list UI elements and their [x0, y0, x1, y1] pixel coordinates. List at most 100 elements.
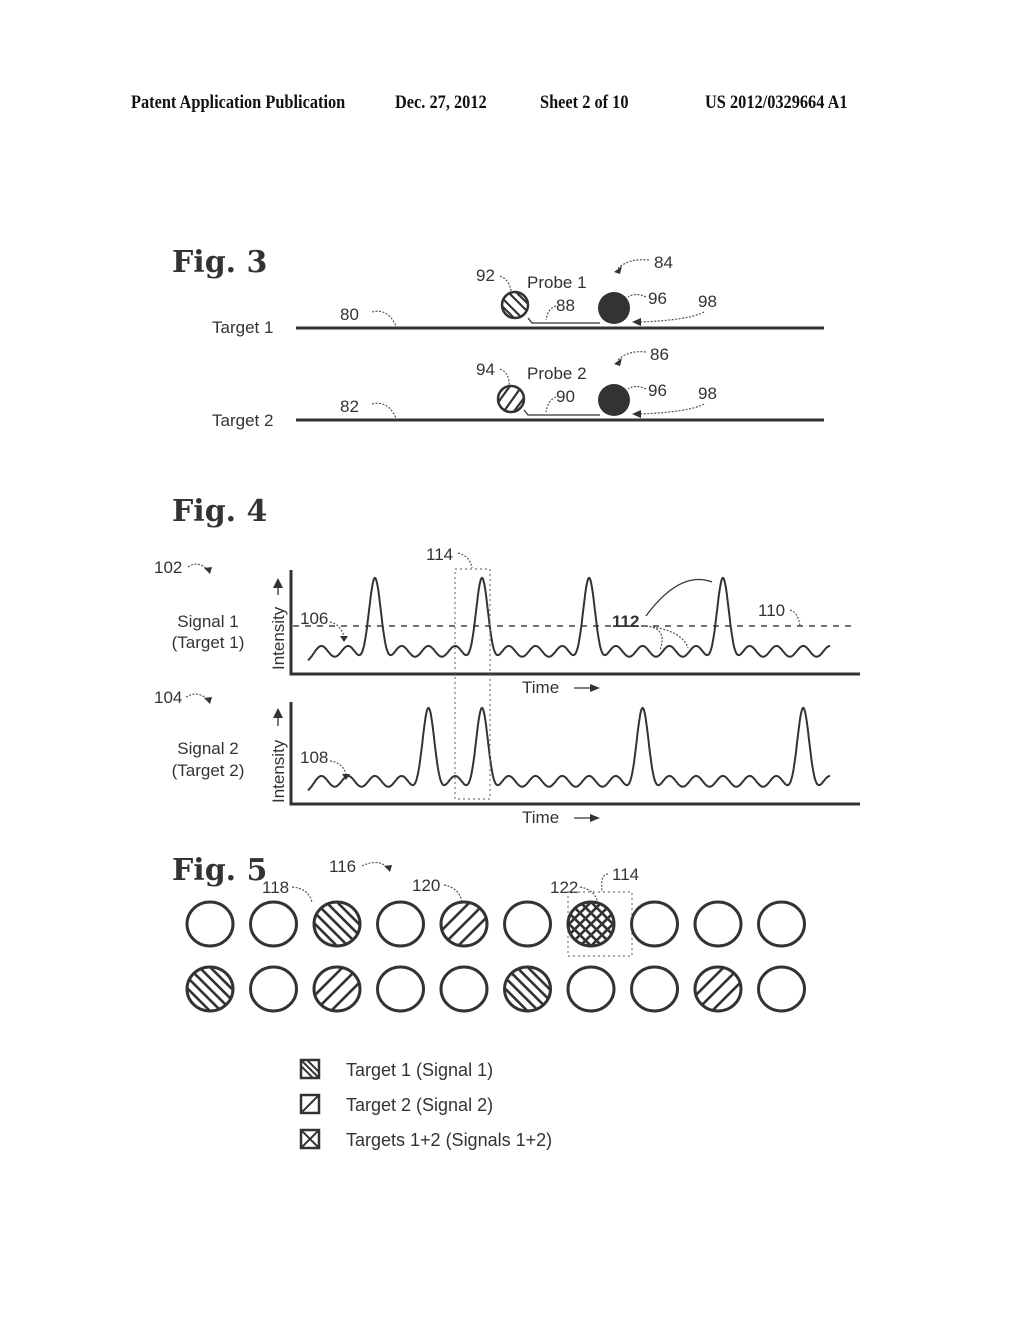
y-axis-label-2: Intensity [269, 739, 288, 803]
well-empty [757, 900, 806, 948]
probe1-label: Probe 1 [527, 273, 587, 292]
well-outline [185, 900, 235, 948]
leader-96 [627, 293, 647, 298]
ref-90: 90 [556, 387, 575, 406]
leader-84 [617, 259, 650, 269]
well-empty [439, 965, 489, 1013]
signal2-label: Signal 2 [177, 739, 238, 758]
leader-98b [639, 403, 705, 415]
linker-90 [523, 409, 600, 416]
patent-drawing: Fig. 3 Target 1 80 Probe 1 84 92 88 96 9… [154, 245, 860, 1150]
fig4-panel-signal1: 102 Signal 1 (Target 1) Intensity 106 11… [154, 558, 860, 697]
x-axis-label-2: Time [522, 808, 559, 827]
leader-88 [545, 305, 557, 321]
well-empty [757, 965, 806, 1013]
ref-98: 98 [698, 292, 717, 311]
legend-label: Target 1 (Signal 1) [346, 1060, 493, 1080]
leader-112-c [645, 625, 689, 649]
well-outline [757, 900, 806, 948]
leader-106 [329, 621, 345, 637]
x-axis-label-1: Time [522, 678, 559, 697]
ref-94: 94 [476, 360, 495, 379]
arrowhead-84 [614, 266, 622, 274]
well-empty [249, 965, 298, 1013]
y-arrowhead-2 [273, 708, 283, 718]
ref-96b: 96 [648, 381, 667, 400]
leader-110 [789, 609, 801, 627]
legend-item: Target 1 (Signal 1) [299, 1058, 493, 1080]
ref-118: 118 [262, 878, 289, 897]
well-array [185, 900, 806, 1013]
ref-110: 110 [758, 601, 785, 620]
well-empty [376, 965, 425, 1013]
legend-label: Targets 1+2 (Signals 1+2) [346, 1130, 552, 1150]
ref-108: 108 [300, 748, 328, 767]
well-outline [757, 965, 806, 1013]
fig5-title: Fig. 5 [172, 853, 267, 888]
y-arrowhead-1 [273, 578, 283, 588]
probe2-label: Probe 2 [527, 364, 587, 383]
leader-94 [499, 368, 510, 387]
y-axis-label-1: Intensity [269, 606, 288, 670]
well-outline [376, 900, 425, 948]
well-empty [566, 965, 616, 1013]
ref-116: 116 [329, 857, 356, 876]
ref-106: 106 [300, 609, 328, 628]
signal1-trace [307, 576, 830, 662]
quencher-96b [598, 384, 630, 416]
ref-114: 114 [426, 545, 453, 564]
arrowhead-98 [632, 318, 641, 326]
leader-98 [639, 311, 705, 323]
signal2-trace [307, 706, 830, 792]
fig3-title: Fig. 3 [172, 245, 267, 280]
ref-92: 92 [476, 266, 495, 285]
leader-108 [329, 760, 347, 775]
well-empty [185, 900, 235, 948]
well-empty [630, 900, 679, 948]
ref-88: 88 [556, 296, 575, 315]
leader-112-a [645, 578, 713, 617]
ref-84: 84 [654, 253, 673, 272]
well-outline [693, 900, 743, 948]
well-outline [376, 965, 425, 1013]
well-outline [566, 965, 616, 1013]
ref-112: 112 [612, 612, 639, 631]
well-empty [249, 900, 298, 948]
arrowhead-102 [204, 567, 212, 574]
legend-item: Target 2 (Signal 2) [299, 1093, 493, 1115]
ref-114b: 114 [612, 865, 639, 884]
leader-80 [371, 310, 397, 327]
x-arrowhead-1 [590, 684, 600, 692]
leader-116 [361, 861, 389, 869]
leader-114 [457, 552, 473, 569]
well-outline [249, 965, 298, 1013]
leader-82 [371, 402, 397, 419]
ref-82: 82 [340, 397, 359, 416]
arrowhead-104 [204, 697, 212, 704]
x-arrowhead-2 [590, 814, 600, 822]
axes-2 [289, 702, 860, 806]
target1-label: Target 1 [212, 318, 273, 337]
leader-114b [601, 873, 609, 893]
leader-104 [185, 693, 209, 701]
fig3-row-target1: Target 1 80 Probe 1 84 92 88 96 98 [212, 253, 824, 337]
well-outline [503, 900, 552, 948]
leader-86 [617, 351, 647, 361]
leader-120 [443, 884, 463, 904]
fig4-panel-signal2: 104 Signal 2 (Target 2) Intensity 108 Ti… [154, 688, 860, 827]
legend-item: Targets 1+2 (Signals 1+2) [299, 1128, 552, 1150]
leader-90 [545, 396, 557, 413]
arrowhead-98b [632, 410, 641, 418]
leader-96b [627, 385, 647, 390]
axes-1 [289, 570, 860, 676]
fig3-row-target2: Target 2 82 Probe 2 86 94 90 96 98 [212, 345, 824, 430]
ref-102: 102 [154, 558, 182, 577]
legend: Target 1 (Signal 1) Target 2 (Signal 2) Ta… [299, 1058, 552, 1150]
target2-label: Target 2 [212, 411, 273, 430]
well-outline [439, 965, 489, 1013]
fig4-title: Fig. 4 [172, 494, 267, 529]
linker-88 [527, 317, 600, 324]
well-empty [693, 900, 743, 948]
quencher-96 [598, 292, 630, 324]
signal1-label: Signal 1 [177, 612, 238, 631]
